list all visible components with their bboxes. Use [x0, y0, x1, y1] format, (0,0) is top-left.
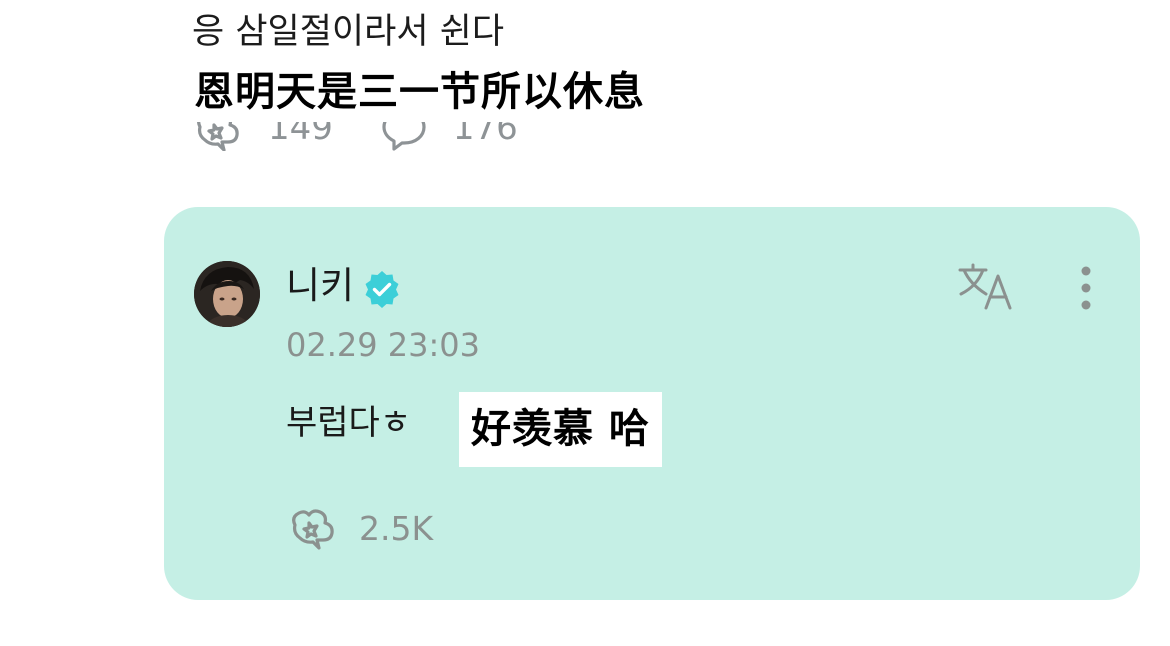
more-options-icon[interactable]	[1076, 263, 1096, 313]
cheer-icon[interactable]	[192, 122, 246, 152]
verified-badge-icon	[362, 269, 402, 309]
comment-bubble-icon[interactable]	[377, 122, 431, 151]
avatar[interactable]	[194, 261, 260, 327]
reply-translation-overlay: 好羡慕 哈	[459, 392, 662, 467]
cheer-icon[interactable]	[287, 503, 341, 551]
parent-like-count: 149	[268, 122, 333, 148]
weverse-comment-screen: 응 삼일절이라서 쉰다 恩明天是三一节所以休息 149 176 니키 02.29…	[0, 0, 1170, 646]
parent-reply-count: 176	[452, 122, 518, 148]
parent-comment-translation: 恩明天是三一节所以休息	[194, 69, 645, 115]
artist-reply-card: 니키 02.29 23:03 부럽다ㅎ 好羡慕 哈 2.5K	[164, 207, 1140, 600]
parent-comment-actions: 149 176	[192, 122, 592, 162]
reply-author-name[interactable]: 니키	[286, 263, 354, 309]
reply-like-count: 2.5K	[359, 509, 434, 548]
reply-timestamp: 02.29 23:03	[286, 326, 480, 364]
parent-comment-text: 응 삼일절이라서 쉰다	[192, 12, 505, 52]
reply-text: 부럽다ㅎ	[286, 403, 412, 443]
translate-icon[interactable]	[956, 262, 1016, 312]
